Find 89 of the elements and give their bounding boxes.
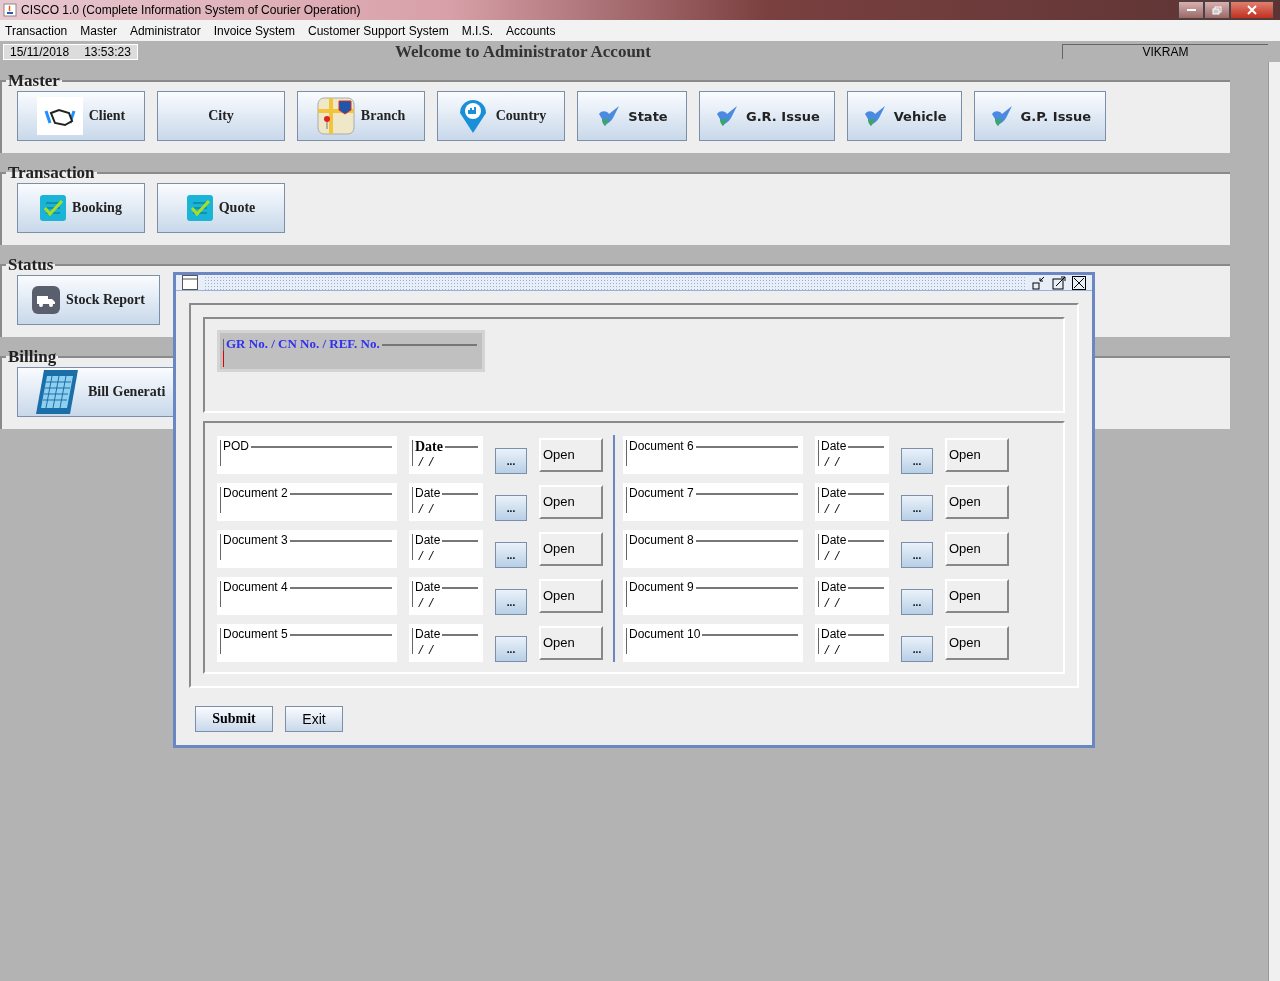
date-picker-button[interactable]: ... <box>495 636 527 662</box>
truck-icon <box>32 286 60 314</box>
date-picker-button[interactable]: ... <box>901 589 933 615</box>
dialog-button[interactable]: Exit <box>285 706 343 732</box>
restore-icon <box>1212 5 1222 15</box>
open-button[interactable]: Open <box>539 578 603 613</box>
minimize-icon <box>1186 8 1196 12</box>
date-picker-button[interactable]: ... <box>495 542 527 568</box>
scrollbar[interactable] <box>1268 62 1280 981</box>
window-title: CISCO 1.0 (Complete Information System of Courier Operation) <box>21 3 361 17</box>
menu-item[interactable]: M.I.S. <box>461 23 494 38</box>
section-title: Billing <box>7 347 58 367</box>
module-button[interactable]: State <box>577 91 687 141</box>
minimize-icon <box>1032 275 1046 290</box>
menu-item[interactable]: Master <box>80 23 117 38</box>
open-button[interactable]: Open <box>539 484 603 519</box>
date-field[interactable]: Date / / <box>409 623 483 662</box>
module-button[interactable]: Branch <box>297 91 425 141</box>
menu-item[interactable]: Administrator <box>129 23 201 38</box>
user-name-panel: VIKRAM <box>1062 44 1268 59</box>
bird-icon <box>714 104 740 128</box>
module-button[interactable]: City <box>157 91 285 141</box>
document-field[interactable]: Document 6 <box>623 435 803 474</box>
menu-item[interactable]: Transaction <box>5 23 68 38</box>
maximize-icon <box>1052 275 1066 290</box>
date-text: 15/11/2018 <box>10 44 70 59</box>
section-title: Transaction <box>7 163 96 183</box>
menu-item[interactable]: Accounts <box>506 23 556 38</box>
module-button[interactable]: Booking <box>17 183 145 233</box>
date-picker-button[interactable]: ... <box>901 636 933 662</box>
iconify-button[interactable] <box>1032 275 1046 290</box>
map-icon <box>316 97 355 135</box>
open-button[interactable]: Open <box>539 531 603 566</box>
module-button[interactable]: Vehicle <box>846 91 962 141</box>
minimize-button[interactable] <box>1178 1 1204 19</box>
maximize-button[interactable] <box>1052 275 1066 290</box>
welcome-heading: Welcome to Administrator Account <box>394 41 651 62</box>
date-picker-button[interactable]: ... <box>901 448 933 474</box>
date-field[interactable]: Date / / <box>815 435 889 474</box>
date-picker-button[interactable]: ... <box>495 589 527 615</box>
close-icon <box>1072 275 1086 290</box>
module-button[interactable]: Client <box>17 91 145 141</box>
date-field[interactable]: Date / / <box>409 529 483 568</box>
module-button[interactable]: Stock Report <box>17 275 160 325</box>
date-picker-button[interactable]: ... <box>901 495 933 521</box>
document-field[interactable]: Document 4 <box>217 576 397 615</box>
open-button[interactable]: Open <box>945 484 1009 519</box>
date-field[interactable]: Date / / <box>409 435 483 474</box>
date-field[interactable]: Date / / <box>815 482 889 521</box>
date-field[interactable]: Date / / <box>409 576 483 615</box>
open-button[interactable]: Open <box>945 625 1009 660</box>
section-title: Master <box>7 71 61 91</box>
restore-button[interactable] <box>1204 1 1230 19</box>
document-field[interactable]: POD <box>217 435 397 474</box>
close-button[interactable] <box>1072 275 1086 290</box>
date-field[interactable]: Date / / <box>815 623 889 662</box>
window-icon <box>182 275 198 290</box>
module-button[interactable]: G.R. Issue <box>699 91 835 141</box>
module-button[interactable]: Quote <box>157 183 285 233</box>
dialog-button[interactable]: Submit <box>195 706 273 732</box>
menu-item[interactable]: Invoice System <box>213 23 295 38</box>
date-picker-button[interactable]: ... <box>901 542 933 568</box>
open-button[interactable]: Open <box>539 437 603 472</box>
module-button[interactable]: Country <box>437 91 565 141</box>
date-picker-button[interactable]: ... <box>495 495 527 521</box>
open-button[interactable]: Open <box>539 625 603 660</box>
document-field[interactable]: Document 10 <box>623 623 803 662</box>
module-button[interactable]: G.P. Issue <box>973 91 1107 141</box>
document-field[interactable]: Document 8 <box>623 529 803 568</box>
open-button[interactable]: Open <box>945 578 1009 613</box>
document-field[interactable]: Document 9 <box>623 576 803 615</box>
document-field[interactable]: Document 7 <box>623 482 803 521</box>
open-button[interactable]: Open <box>945 437 1009 472</box>
section-title: Status <box>7 255 55 275</box>
date-field[interactable]: Date / / <box>815 576 889 615</box>
close-icon <box>1247 5 1257 15</box>
document-field[interactable]: Document 2 <box>217 482 397 521</box>
checklist-icon <box>40 195 67 221</box>
document-field[interactable]: Document 5 <box>217 623 397 662</box>
reference-number-field[interactable]: GR No. / CN No. / REF. No. <box>217 330 485 372</box>
date-field[interactable]: Date / / <box>409 482 483 521</box>
checklist-icon <box>186 195 213 221</box>
open-button[interactable]: Open <box>945 531 1009 566</box>
date-field[interactable]: Date / / <box>815 529 889 568</box>
time-text: 13:53:23 <box>84 44 131 59</box>
document-field[interactable]: Document 3 <box>217 529 397 568</box>
close-button[interactable] <box>1230 1 1274 19</box>
menu-item[interactable]: Customer Support System <box>308 23 449 38</box>
date-picker-button[interactable]: ... <box>495 448 527 474</box>
